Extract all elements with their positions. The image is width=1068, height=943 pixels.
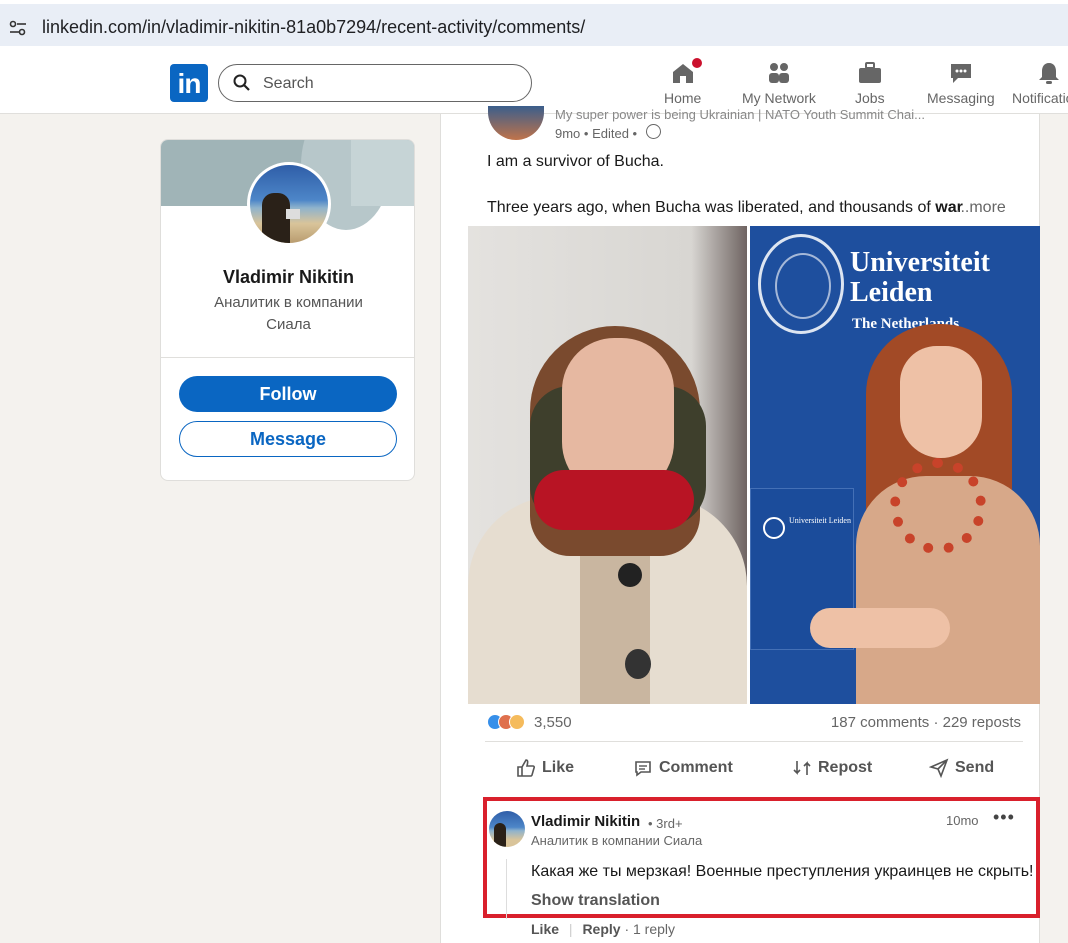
image-hands	[810, 608, 950, 648]
university-seal-logo	[758, 234, 844, 334]
home-icon	[670, 56, 704, 86]
divider	[161, 357, 414, 358]
url-text[interactable]: linkedin.com/in/vladimir-nikitin-81a0b72…	[42, 17, 585, 38]
briefcase-icon	[857, 60, 883, 86]
nav-my-network[interactable]: My Network	[742, 60, 816, 106]
globe-icon	[646, 124, 661, 139]
like-label: Like	[542, 759, 575, 776]
post-author-headline: My super power is being Ukrainian | NATO…	[555, 107, 925, 122]
linkedin-logo[interactable]: in	[170, 64, 208, 102]
comment-icon	[635, 761, 651, 777]
nav-messaging-label: Messaging	[927, 90, 995, 106]
image-coat-button	[618, 563, 642, 587]
top-navigation: in Home My Network Jobs Messaging	[0, 52, 1068, 114]
post-author-avatar[interactable]	[488, 106, 544, 140]
message-button[interactable]: Message	[179, 421, 397, 457]
repost-icon	[793, 761, 811, 775]
comment-text: Какая же ты мерзкая! Военные преступлени…	[531, 863, 1034, 880]
profile-avatar[interactable]	[247, 162, 331, 246]
folder-seal-logo	[763, 517, 785, 539]
show-translation-link[interactable]: Show translation	[531, 892, 660, 910]
nav-home[interactable]: Home	[664, 56, 704, 106]
divider	[485, 741, 1023, 742]
search-icon	[233, 74, 250, 91]
thumbs-up-icon	[517, 759, 535, 777]
reaction-count[interactable]: 3,550	[534, 714, 572, 731]
image-face	[900, 346, 982, 458]
image-necklace	[890, 458, 986, 554]
like-button[interactable]: Like	[516, 758, 574, 778]
highlighted-comment: Vladimir Nikitin • 3rd+ Аналитик в компа…	[483, 797, 1040, 919]
repost-label: Repost	[818, 759, 873, 776]
nav-home-label: Home	[664, 90, 702, 106]
image-coat-button	[625, 649, 651, 679]
messaging-icon	[948, 60, 974, 86]
comment-author-name[interactable]: Vladimir Nikitin	[531, 813, 640, 830]
university-name: Universiteit Leiden	[850, 247, 990, 308]
post-text-line2: Three years ago, when Bucha was liberate…	[487, 199, 963, 217]
address-pill[interactable]: linkedin.com/in/vladimir-nikitin-81a0b72…	[0, 4, 1068, 46]
thread-line	[506, 859, 507, 919]
see-more-link[interactable]: ...more	[956, 199, 1006, 217]
post-text-line1: I am a survivor of Bucha.	[487, 153, 664, 170]
nav-jobs-label: Jobs	[855, 90, 885, 106]
nav-messaging[interactable]: Messaging	[927, 60, 995, 106]
post-text-line2-prefix: Three years ago, when Bucha was liberate…	[487, 199, 931, 216]
search-box[interactable]	[218, 64, 532, 102]
nav-notifications[interactable]: Notificatio	[1012, 60, 1068, 106]
profile-card: Vladimir Nikitin Аналитик в компании Сиа…	[160, 139, 415, 481]
action-separator: |	[568, 921, 573, 937]
banner-decoration	[351, 140, 414, 206]
post-image-right[interactable]: Universiteit Leiden The Netherlands Univ…	[750, 226, 1040, 704]
reply-count[interactable]: · 1 reply	[624, 921, 675, 937]
bell-icon	[1036, 60, 1062, 86]
comment-actions: Like | Reply · 1 reply	[531, 921, 675, 937]
avatar-figure	[494, 823, 506, 847]
nav-my-network-label: My Network	[742, 90, 816, 106]
comment-timestamp: 10mo	[946, 813, 979, 828]
comments-reposts-count[interactable]: 187 comments · 229 reposts	[831, 714, 1021, 731]
profile-name[interactable]: Vladimir Nikitin	[161, 267, 414, 288]
notification-badge	[689, 56, 704, 70]
send-icon	[929, 758, 949, 778]
network-icon	[766, 60, 792, 86]
reaction-icons[interactable]	[487, 712, 533, 732]
connection-degree: • 3rd+	[648, 816, 683, 831]
insightful-reaction-icon	[509, 714, 525, 730]
comment-reply-button[interactable]: Reply	[582, 921, 620, 937]
comment-label: Comment	[659, 759, 733, 776]
comment-button[interactable]: Comment	[633, 758, 733, 778]
send-label: Send	[955, 759, 995, 776]
comment-author-avatar[interactable]	[489, 811, 525, 847]
comment-author-subtitle: Аналитик в компании Сиала	[531, 833, 703, 848]
comment-like-button[interactable]: Like	[531, 921, 559, 937]
image-red-scarf	[534, 470, 694, 530]
follow-button[interactable]: Follow	[179, 376, 397, 412]
nav-notifications-label: Notificatio	[1012, 90, 1068, 106]
search-input[interactable]	[263, 73, 513, 95]
repost-button[interactable]: Repost	[792, 758, 872, 778]
avatar-laptop	[286, 209, 300, 219]
post-meta: 9mo • Edited •	[555, 126, 638, 141]
profile-subtitle: Аналитик в компании Сиала	[214, 294, 363, 333]
more-options-icon[interactable]: •••	[993, 807, 1015, 828]
send-button[interactable]: Send	[929, 758, 994, 778]
avatar-figure	[262, 193, 290, 243]
folder-text: Universiteit Leiden	[789, 516, 851, 525]
site-settings-icon[interactable]	[8, 18, 28, 38]
browser-address-bar: linkedin.com/in/vladimir-nikitin-81a0b72…	[0, 0, 1068, 52]
nav-jobs[interactable]: Jobs	[855, 60, 885, 106]
post-image-left[interactable]	[468, 226, 747, 704]
